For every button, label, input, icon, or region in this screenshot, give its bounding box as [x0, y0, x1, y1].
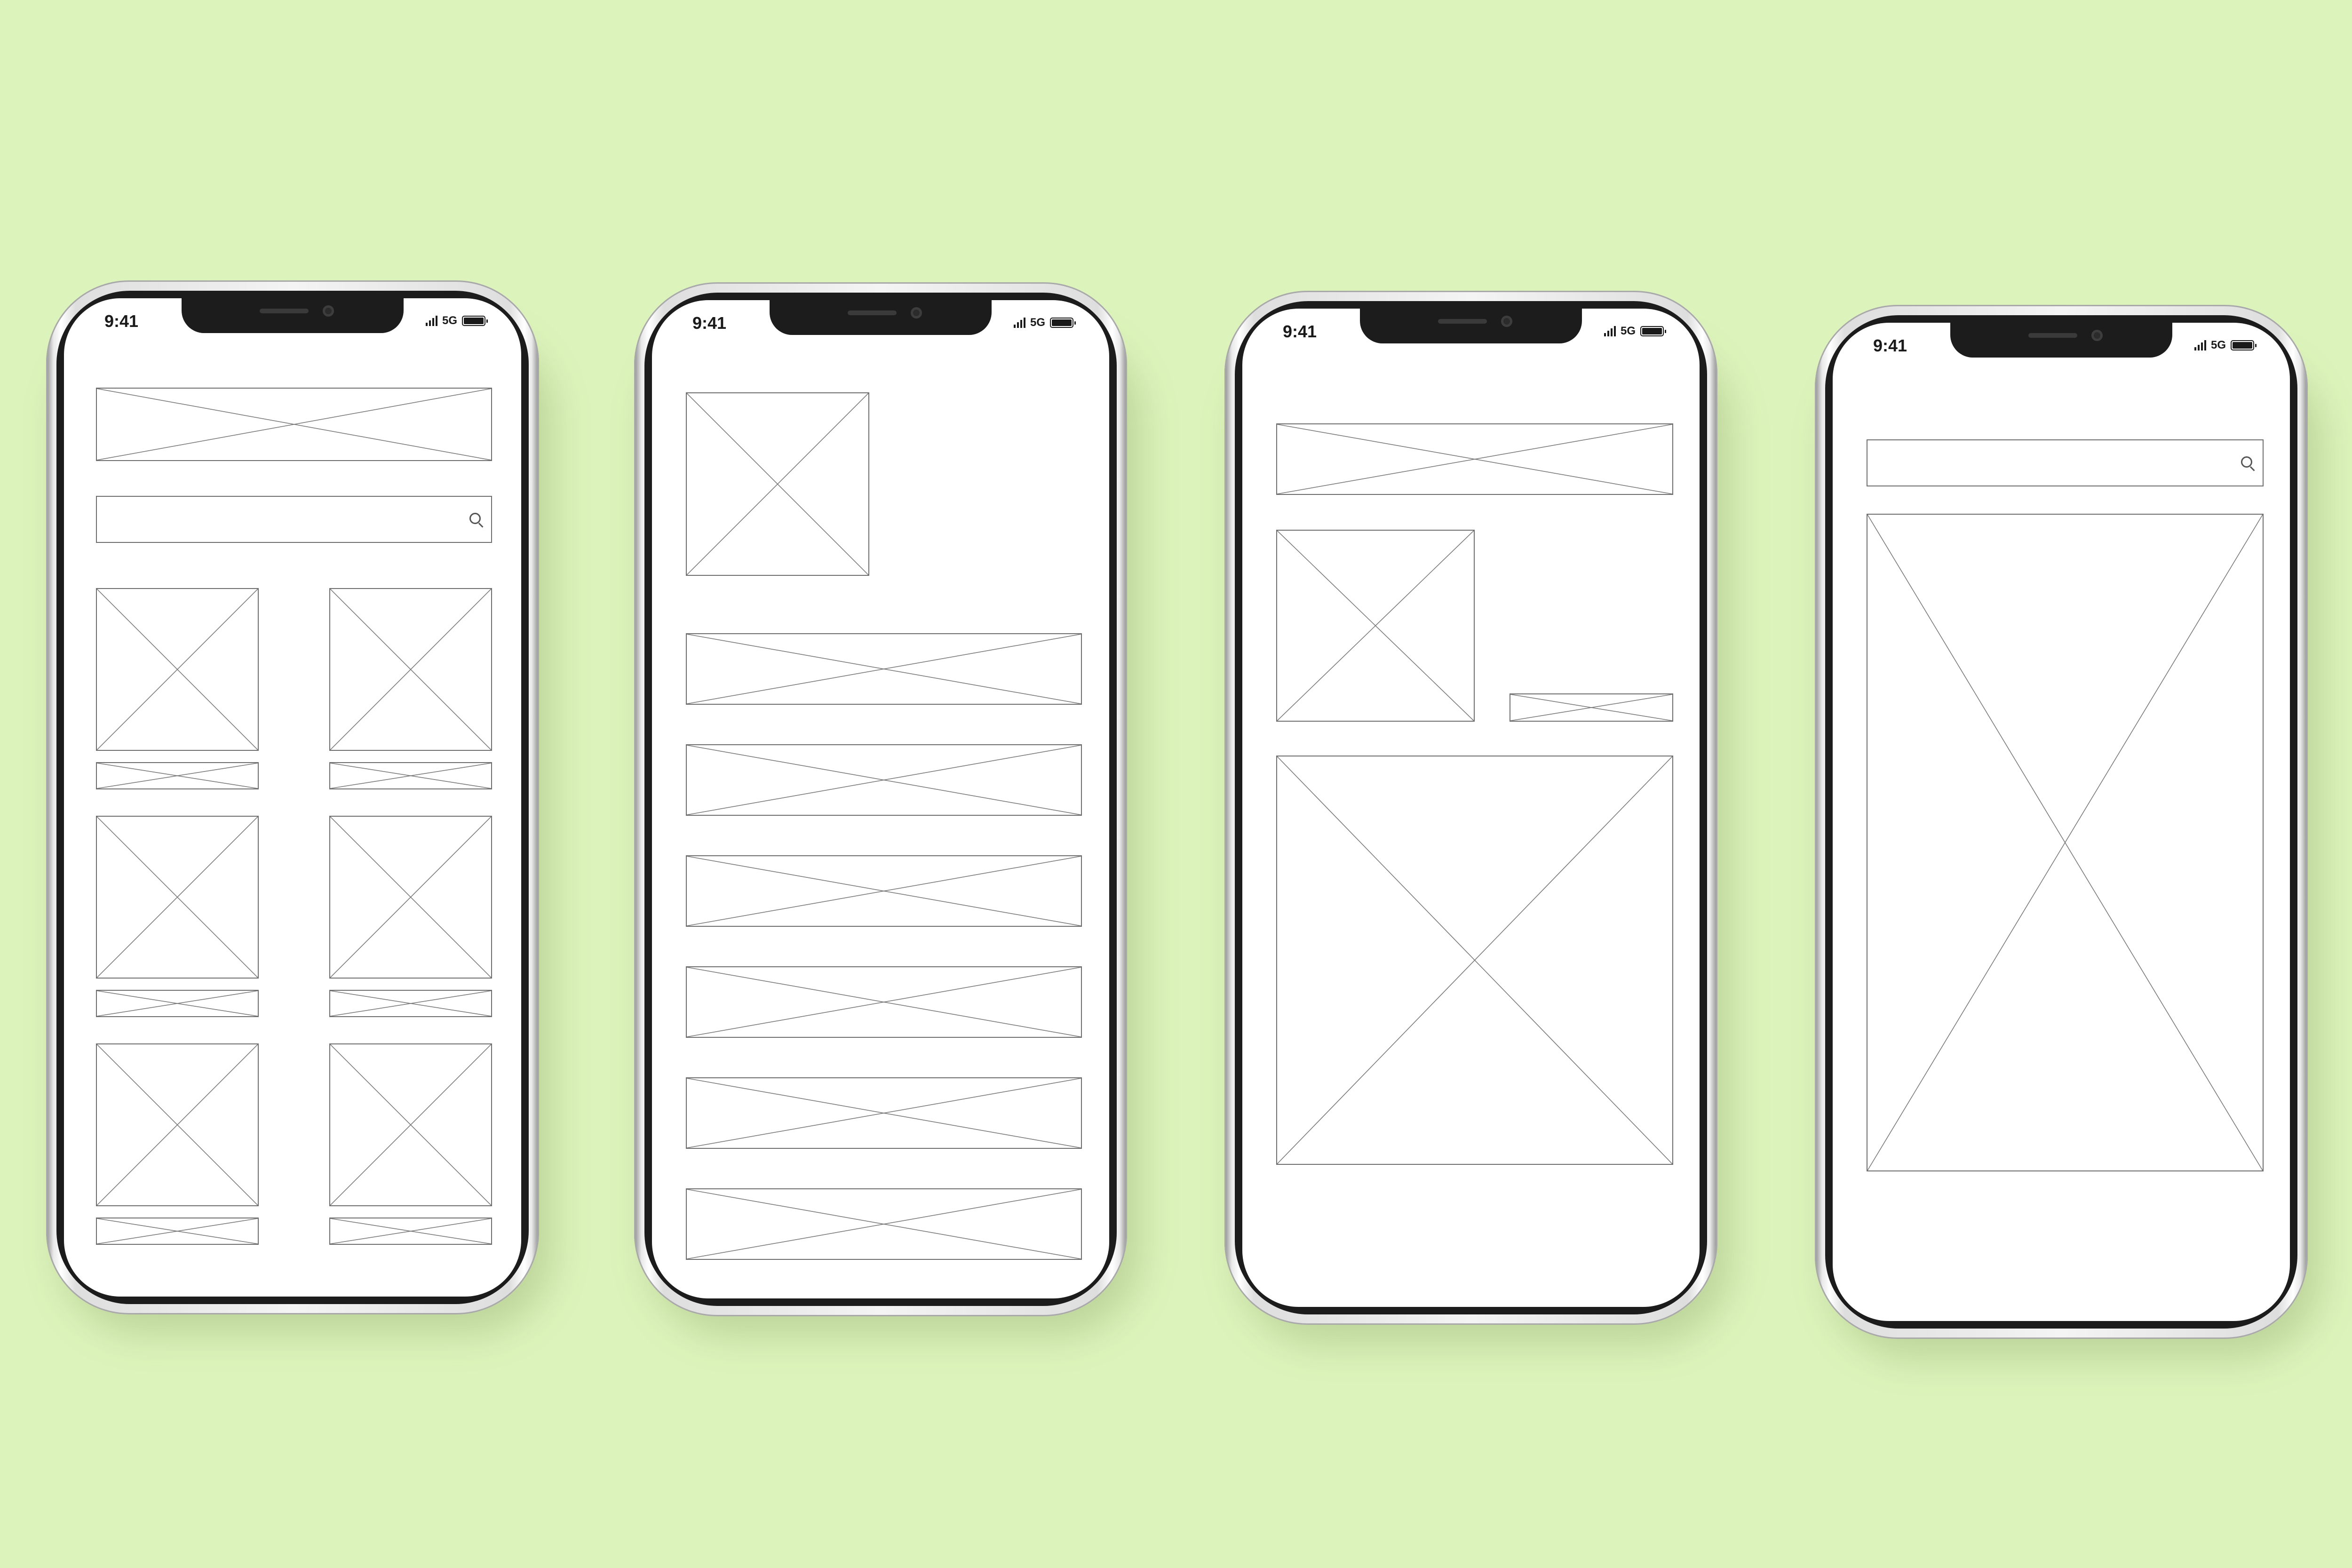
camera-icon: [323, 305, 334, 317]
phone-mockup-4: 9:41 5G: [1815, 305, 2322, 1359]
placeholder-cross-icon: [330, 589, 491, 750]
status-time: 9:41: [692, 313, 727, 333]
product-image-placeholder[interactable]: [96, 816, 259, 979]
search-bar-placeholder[interactable]: [96, 496, 492, 543]
banner-placeholder: [96, 388, 492, 461]
phone-mockup-1: 9:41 5G: [46, 280, 553, 1334]
phone-mockup-3: 9:41 5G: [1224, 291, 1732, 1345]
cellular-signal-icon: [2194, 340, 2206, 350]
caption-placeholder: [96, 1218, 259, 1245]
status-time: 9:41: [104, 311, 139, 331]
product-image-placeholder[interactable]: [96, 588, 259, 751]
placeholder-cross-icon: [687, 1078, 1081, 1148]
status-time: 9:41: [1873, 336, 1907, 355]
camera-icon: [911, 307, 922, 318]
placeholder-cross-icon: [330, 817, 491, 978]
placeholder-cross-icon: [687, 634, 1081, 704]
phone-screen-1: 9:41 5G: [64, 298, 521, 1297]
battery-icon: [462, 316, 488, 326]
list-row-placeholder[interactable]: [686, 855, 1082, 927]
cellular-signal-icon: [1013, 318, 1025, 328]
list-row-placeholder[interactable]: [686, 633, 1082, 705]
placeholder-cross-icon: [687, 856, 1081, 926]
list-row-placeholder[interactable]: [686, 1188, 1082, 1260]
placeholder-cross-icon: [1277, 424, 1672, 494]
phone-mockup-2: 9:41 5G: [634, 282, 1141, 1336]
caption-placeholder: [329, 1218, 492, 1245]
full-media-placeholder[interactable]: [1867, 514, 2264, 1171]
cellular-signal-icon: [1604, 326, 1616, 336]
product-image-placeholder[interactable]: [96, 1043, 259, 1206]
avatar-image-placeholder: [686, 392, 869, 576]
phone-screen-4: 9:41 5G: [1833, 323, 2290, 1321]
battery-icon: [1050, 318, 1076, 328]
placeholder-cross-icon: [1510, 694, 1672, 721]
hero-image-placeholder[interactable]: [1276, 756, 1673, 1165]
placeholder-cross-icon: [1277, 531, 1474, 721]
placeholder-cross-icon: [687, 393, 868, 575]
placeholder-cross-icon: [687, 967, 1081, 1037]
placeholder-cross-icon: [97, 763, 258, 788]
placeholder-cross-icon: [97, 1218, 258, 1244]
caption-placeholder: [96, 762, 259, 789]
camera-icon: [2091, 330, 2103, 341]
thumbnail-image-placeholder[interactable]: [1276, 530, 1475, 722]
cellular-signal-icon: [425, 316, 437, 326]
search-icon[interactable]: [2241, 456, 2252, 468]
placeholder-cross-icon: [687, 1189, 1081, 1259]
placeholder-cross-icon: [330, 763, 491, 788]
product-image-placeholder[interactable]: [329, 816, 492, 979]
caption-placeholder: [329, 762, 492, 789]
camera-icon: [1501, 316, 1512, 327]
placeholder-cross-icon: [330, 991, 491, 1016]
caption-placeholder: [96, 990, 259, 1017]
caption-placeholder: [329, 990, 492, 1017]
phone-screen-3: 9:41 5G: [1242, 309, 1700, 1307]
placeholder-cross-icon: [97, 1044, 258, 1205]
placeholder-cross-icon: [1867, 515, 2263, 1170]
banner-placeholder: [1276, 423, 1673, 495]
placeholder-cross-icon: [97, 817, 258, 978]
placeholder-cross-icon: [1277, 756, 1672, 1164]
placeholder-cross-icon: [97, 589, 258, 750]
product-image-placeholder[interactable]: [329, 588, 492, 751]
battery-icon: [1640, 326, 1666, 336]
list-row-placeholder[interactable]: [686, 1077, 1082, 1149]
network-label: 5G: [1030, 316, 1045, 329]
list-row-placeholder[interactable]: [686, 744, 1082, 816]
battery-icon: [2231, 340, 2257, 350]
placeholder-cross-icon: [330, 1044, 491, 1205]
network-label: 5G: [2210, 339, 2226, 351]
network-label: 5G: [442, 314, 457, 327]
search-bar-placeholder[interactable]: [1867, 439, 2264, 486]
label-placeholder: [1510, 693, 1673, 722]
placeholder-cross-icon: [97, 389, 491, 460]
placeholder-cross-icon: [97, 991, 258, 1016]
phone-screen-2: 9:41 5G: [652, 300, 1109, 1298]
list-row-placeholder[interactable]: [686, 966, 1082, 1038]
network-label: 5G: [1620, 325, 1636, 337]
status-time: 9:41: [1283, 322, 1317, 341]
placeholder-cross-icon: [687, 745, 1081, 815]
product-image-placeholder[interactable]: [329, 1043, 492, 1206]
placeholder-cross-icon: [330, 1218, 491, 1244]
search-icon[interactable]: [469, 513, 481, 524]
